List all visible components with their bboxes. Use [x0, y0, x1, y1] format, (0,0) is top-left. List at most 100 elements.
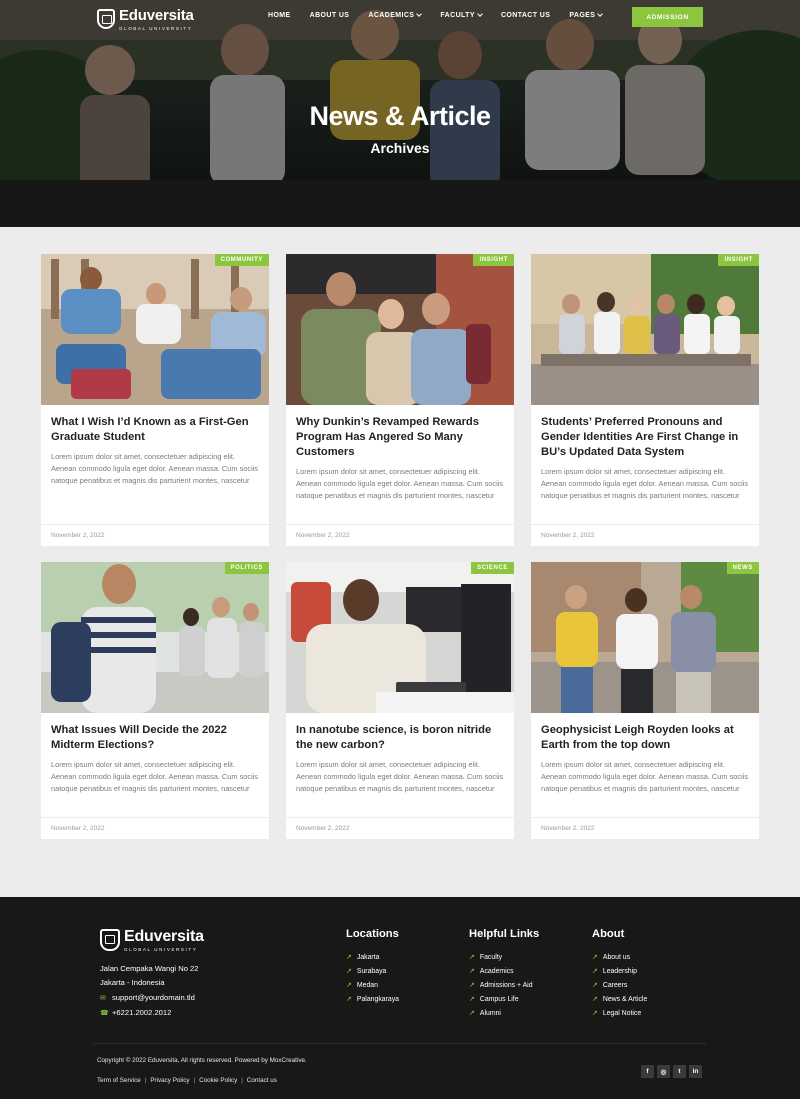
- footer-divider: [93, 1043, 706, 1044]
- post-image-students-on-bench: [531, 254, 759, 405]
- legal-link[interactable]: Cookie Policy: [199, 1077, 237, 1084]
- category-badge[interactable]: COMMUNITY: [214, 254, 269, 266]
- arrow-up-right-icon: ↗: [592, 954, 598, 961]
- post-card[interactable]: INSIGHT Why Dunkin’s Revamped Rewards Pr…: [286, 254, 514, 546]
- footer-link[interactable]: ↗ News & Article: [592, 992, 647, 1006]
- footer-link[interactable]: ↗ About us: [592, 950, 647, 964]
- post-thumbnail[interactable]: NEWS: [531, 562, 759, 713]
- category-badge[interactable]: SCIENCE: [471, 562, 514, 574]
- chevron-down-icon: [477, 11, 483, 17]
- contact-phone[interactable]: ☎ +6221.2002.2012: [100, 1008, 171, 1017]
- post-title[interactable]: What I Wish I’d Known as a First-Gen Gra…: [51, 415, 259, 445]
- nav-item-contact-us[interactable]: CONTACT US: [501, 12, 550, 19]
- post-card[interactable]: INSIGHT Students’ Preferred Pronouns and…: [531, 254, 759, 546]
- nav-item-label: FACULTY: [440, 12, 475, 19]
- post-thumbnail[interactable]: COMMUNITY: [41, 254, 269, 405]
- post-title[interactable]: In nanotube science, is boron nitride th…: [296, 723, 504, 753]
- nav-item-label: ACADEMICS: [368, 12, 415, 19]
- envelope-icon: ✉: [100, 994, 106, 1002]
- footer-link[interactable]: ↗ Campus Life: [469, 992, 539, 1006]
- footer-link[interactable]: ↗ Alumni: [469, 1006, 539, 1020]
- arrow-up-right-icon: ↗: [346, 968, 352, 975]
- post-title[interactable]: What Issues Will Decide the 2022 Midterm…: [51, 723, 259, 753]
- category-badge[interactable]: INSIGHT: [718, 254, 759, 266]
- footer-column-heading: Locations: [346, 928, 399, 940]
- site-footer: Eduversita GLOBAL UNIVERSITY Jalan Cempa…: [0, 897, 800, 1099]
- nav-item-about-us[interactable]: ABOUT US: [310, 12, 350, 19]
- arrow-up-right-icon: ↗: [592, 1010, 598, 1017]
- post-card[interactable]: NEWS Geophysicist Leigh Royden looks at …: [531, 562, 759, 839]
- post-image-friends-laughing: [286, 254, 514, 405]
- legal-link[interactable]: Contact us: [247, 1077, 277, 1084]
- nav-item-faculty[interactable]: FACULTY: [440, 11, 483, 19]
- footer-link[interactable]: ↗ Legal Notice: [592, 1006, 647, 1020]
- phone-text: +6221.2002.2012: [112, 1008, 172, 1017]
- arrow-up-right-icon: ↗: [469, 954, 475, 961]
- category-badge[interactable]: INSIGHT: [473, 254, 514, 266]
- nav-item-label: PAGES: [569, 12, 596, 19]
- footer-link[interactable]: ↗ Medan: [346, 978, 399, 992]
- email-text: support@yourdomain.tld: [112, 993, 195, 1002]
- post-title[interactable]: Geophysicist Leigh Royden looks at Earth…: [541, 723, 749, 753]
- chevron-down-icon: [416, 11, 423, 17]
- facebook-icon[interactable]: f: [641, 1065, 654, 1078]
- nav-item-home[interactable]: HOME: [268, 12, 291, 19]
- phone-icon: ☎: [100, 1009, 109, 1017]
- footer-link-label: About us: [602, 953, 631, 961]
- legal-link[interactable]: Privacy Policy: [150, 1077, 189, 1084]
- post-excerpt: Lorem ipsum dolor sit amet, consectetuer…: [51, 452, 259, 486]
- contact-email[interactable]: ✉ support@yourdomain.tld: [100, 993, 195, 1002]
- post-date: November 2, 2022: [541, 532, 595, 539]
- footer-link[interactable]: ↗ Careers: [592, 978, 647, 992]
- nav-item-pages[interactable]: PAGES: [569, 11, 604, 19]
- post-title[interactable]: Why Dunkin’s Revamped Rewards Program Ha…: [296, 415, 504, 460]
- footer-brand-tagline: GLOBAL UNIVERSITY: [124, 947, 198, 952]
- footer-link-label: News & Article: [602, 995, 648, 1003]
- post-thumbnail[interactable]: POLITICS: [41, 562, 269, 713]
- linkedin-icon[interactable]: in: [689, 1065, 702, 1078]
- footer-column-heading: Helpful Links: [469, 928, 540, 940]
- footer-column-locations: Locations ↗ Jakarta ↗ Surabaya ↗ Medan ↗ Palangk…: [346, 928, 399, 1006]
- shield-logo-icon: [100, 929, 120, 951]
- site-logo[interactable]: Eduversita GLOBAL UNIVERSITY: [97, 7, 194, 31]
- post-thumbnail[interactable]: INSIGHT: [531, 254, 759, 405]
- nav-item-label: HOME: [268, 12, 291, 19]
- top-navigation: Eduversita GLOBAL UNIVERSITY HOME ABOUT U…: [0, 0, 800, 34]
- post-card[interactable]: SCIENCE In nanotube science, is boron ni…: [286, 562, 514, 839]
- post-meta: November 2, 2022: [41, 524, 269, 546]
- category-badge[interactable]: POLITICS: [224, 562, 269, 574]
- nav-item-label: ABOUT US: [309, 12, 350, 19]
- post-date: November 2, 2022: [296, 532, 350, 539]
- footer-link[interactable]: ↗ Academics: [469, 964, 539, 978]
- post-meta: November 2, 2022: [531, 524, 759, 546]
- arrow-up-right-icon: ↗: [469, 996, 475, 1003]
- instagram-icon[interactable]: ◎: [657, 1065, 670, 1078]
- footer-link[interactable]: ↗ Admissions + Aid: [469, 978, 539, 992]
- footer-link[interactable]: ↗ Leadership: [592, 964, 647, 978]
- social-links: f ◎ t in: [641, 1065, 702, 1078]
- post-excerpt: Lorem ipsum dolor sit amet, consectetuer…: [541, 467, 749, 501]
- legal-link[interactable]: Term of Service: [97, 1077, 141, 1084]
- post-card[interactable]: COMMUNITY What I Wish I’d Known as a Fir…: [41, 254, 269, 546]
- footer-link[interactable]: ↗ Surabaya: [346, 964, 399, 978]
- post-meta: November 2, 2022: [286, 524, 514, 546]
- post-title[interactable]: Students’ Preferred Pronouns and Gender …: [541, 415, 749, 460]
- post-thumbnail[interactable]: INSIGHT: [286, 254, 514, 405]
- hero-banner: Eduversita GLOBAL UNIVERSITY HOME ABOUT U…: [0, 0, 800, 227]
- nav-item-academics[interactable]: ACADEMICS: [368, 11, 423, 19]
- chevron-down-icon: [597, 11, 604, 17]
- arrow-up-right-icon: ↗: [592, 996, 598, 1003]
- footer-link[interactable]: ↗ Jakarta: [346, 950, 399, 964]
- twitter-icon[interactable]: t: [673, 1065, 686, 1078]
- arrow-up-right-icon: ↗: [346, 996, 352, 1003]
- admission-button[interactable]: ADMISSION: [632, 7, 703, 27]
- post-card[interactable]: POLITICS What Issues Will Decide the 202…: [41, 562, 269, 839]
- post-thumbnail[interactable]: SCIENCE: [286, 562, 514, 713]
- post-date: November 2, 2022: [51, 532, 105, 539]
- footer-link[interactable]: ↗ Faculty: [469, 950, 539, 964]
- footer-logo[interactable]: Eduversita GLOBAL UNIVERSITY: [100, 928, 204, 952]
- footer-link[interactable]: ↗ Palangkaraya: [346, 992, 399, 1006]
- category-badge[interactable]: NEWS: [726, 562, 759, 574]
- address-line-1: Jalan Cempaka Wangi No 22: [100, 964, 199, 973]
- footer-link-label: Faculty: [479, 953, 503, 961]
